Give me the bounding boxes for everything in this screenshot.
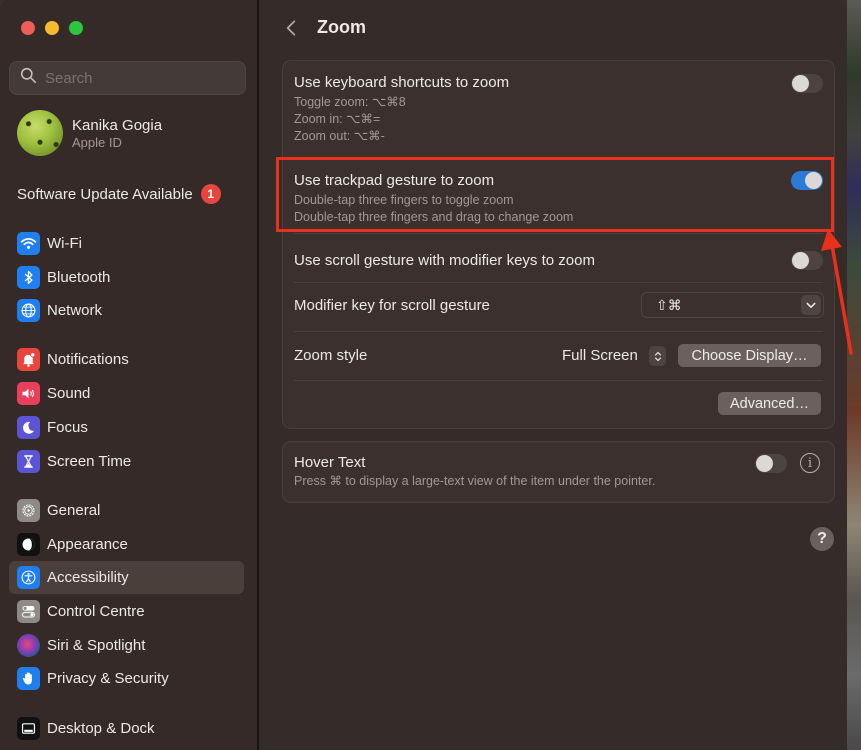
dock-icon xyxy=(17,717,40,740)
system-settings-window: Kanika Gogia Apple ID Software Update Av… xyxy=(0,0,847,750)
sidebar-item-desktop-dock[interactable]: Desktop & Dock xyxy=(9,712,244,745)
sidebar-item-label: Siri & Spotlight xyxy=(47,637,146,654)
up-down-chevron-icon xyxy=(654,351,661,361)
sidebar-item-label: Appearance xyxy=(47,536,128,553)
sidebar-item-notifications[interactable]: Notifications xyxy=(9,343,244,376)
trackpad-drag-hint: Double-tap three fingers and drag to cha… xyxy=(294,210,574,224)
keyboard-shortcuts-toggle[interactable] xyxy=(791,74,823,93)
search-input[interactable] xyxy=(45,69,235,87)
chevron-left-icon xyxy=(286,20,296,36)
chevron-down-icon xyxy=(801,295,821,315)
row-divider xyxy=(294,233,823,234)
scroll-gesture-row: Use scroll gesture with modifier keys to… xyxy=(294,252,823,269)
gear-icon xyxy=(17,499,40,522)
sidebar-item-wifi[interactable]: Wi-Fi xyxy=(9,227,244,260)
desktop-background xyxy=(847,0,861,750)
sidebar-item-screen-time[interactable]: Screen Time xyxy=(9,445,244,478)
scroll-gesture-title: Use scroll gesture with modifier keys to… xyxy=(294,252,595,269)
sidebar-item-focus[interactable]: Focus xyxy=(9,411,244,444)
sidebar-item-bluetooth[interactable]: Bluetooth xyxy=(9,261,244,294)
choose-display-button[interactable]: Choose Display… xyxy=(678,344,821,367)
wifi-icon xyxy=(17,232,40,255)
hand-icon xyxy=(17,667,40,690)
speaker-icon xyxy=(17,382,40,405)
zoom-style-value[interactable]: Full Screen xyxy=(562,347,638,364)
hover-text-toggle[interactable] xyxy=(755,454,787,473)
search-field[interactable] xyxy=(9,61,246,95)
scroll-gesture-toggle[interactable] xyxy=(791,251,823,270)
control-centre-icon xyxy=(17,600,40,623)
sidebar-item-label: Focus xyxy=(47,419,88,436)
sidebar-item-label: Control Centre xyxy=(47,603,145,620)
sidebar-item-privacy-security[interactable]: Privacy & Security xyxy=(9,662,244,695)
zoom-in-shortcut: Zoom in: ⌥⌘= xyxy=(294,112,381,126)
info-icon[interactable]: i xyxy=(800,453,820,473)
fullscreen-button[interactable] xyxy=(69,21,83,35)
globe-icon xyxy=(17,299,40,322)
sidebar-item-label: Bluetooth xyxy=(47,269,111,286)
search-icon xyxy=(20,67,37,89)
sidebar-item-label: General xyxy=(47,502,101,519)
modifier-key-value: ⇧⌘ xyxy=(656,296,682,313)
bluetooth-icon xyxy=(17,266,40,289)
hover-text-card: Hover Text Press ⌘ to display a large-te… xyxy=(282,441,835,503)
row-divider xyxy=(294,331,823,332)
sidebar-item-sound[interactable]: Sound xyxy=(9,377,244,410)
back-button[interactable] xyxy=(281,16,301,40)
keyboard-shortcuts-title: Use keyboard shortcuts to zoom xyxy=(294,74,510,91)
update-count-badge: 1 xyxy=(200,184,221,204)
profile-name: Kanika Gogia xyxy=(72,116,163,134)
trackpad-gesture-toggle[interactable] xyxy=(791,171,823,190)
sidebar-item-network[interactable]: Network xyxy=(9,294,244,327)
modifier-key-select[interactable]: ⇧⌘ xyxy=(641,292,824,318)
row-divider xyxy=(294,380,823,381)
appearance-icon xyxy=(17,533,40,556)
sidebar-item-label: Privacy & Security xyxy=(47,670,169,687)
avatar xyxy=(17,110,63,156)
traffic-lights xyxy=(21,21,83,35)
sidebar-item-label: Screen Time xyxy=(47,453,132,470)
sidebar-item-label: Accessibility xyxy=(47,569,129,586)
hover-text-row: Hover Text Press ⌘ to display a large-te… xyxy=(294,454,823,490)
sidebar-item-accessibility[interactable]: Accessibility xyxy=(9,561,244,594)
sidebar-item-general[interactable]: General xyxy=(9,494,244,527)
advanced-button[interactable]: Advanced… xyxy=(718,392,821,415)
zoom-out-shortcut: Zoom out: ⌥⌘- xyxy=(294,129,385,143)
sidebar-item-label: Notifications xyxy=(47,351,129,368)
sidebar-item-label: Wi-Fi xyxy=(47,235,82,252)
keyboard-shortcuts-row: Use keyboard shortcuts to zoom Toggle zo… xyxy=(294,74,823,145)
row-divider xyxy=(294,282,823,283)
sidebar-item-label: Sound xyxy=(47,385,91,402)
hover-text-title: Hover Text xyxy=(294,454,366,471)
software-update-item[interactable]: Software Update Available 1 xyxy=(17,184,221,204)
trackpad-toggle-hint: Double-tap three fingers to toggle zoom xyxy=(294,193,514,207)
minimize-button[interactable] xyxy=(45,21,59,35)
help-button[interactable]: ? xyxy=(810,527,834,551)
software-update-label: Software Update Available xyxy=(17,185,193,203)
row-divider xyxy=(294,157,823,158)
sidebar-item-appearance[interactable]: Appearance xyxy=(9,528,244,561)
zoom-options-card: Use keyboard shortcuts to zoom Toggle zo… xyxy=(282,60,835,429)
zoom-settings-pane: Zoom Use keyboard shortcuts to zoom Togg… xyxy=(259,0,847,750)
hover-text-description: Press ⌘ to display a large-text view of … xyxy=(294,474,656,488)
zoom-style-stepper[interactable] xyxy=(649,346,666,366)
sidebar-item-label: Network xyxy=(47,302,103,319)
bell-icon xyxy=(17,348,40,371)
trackpad-gesture-row: Use trackpad gesture to zoom Double-tap … xyxy=(294,172,823,226)
moon-icon xyxy=(17,416,40,439)
apple-id-profile[interactable]: Kanika Gogia Apple ID xyxy=(17,110,162,156)
hourglass-icon xyxy=(17,450,40,473)
close-button[interactable] xyxy=(21,21,35,35)
siri-icon xyxy=(17,634,40,657)
sidebar-item-control-centre[interactable]: Control Centre xyxy=(9,595,244,628)
toggle-zoom-shortcut: Toggle zoom: ⌥⌘8 xyxy=(294,95,406,109)
trackpad-gesture-title: Use trackpad gesture to zoom xyxy=(294,172,495,189)
sidebar-item-siri-spotlight[interactable]: Siri & Spotlight xyxy=(9,629,244,662)
page-title: Zoom xyxy=(317,17,366,37)
sidebar-item-label: Desktop & Dock xyxy=(47,720,155,737)
profile-subtitle: Apple ID xyxy=(72,134,122,150)
accessibility-icon xyxy=(17,566,40,589)
sidebar: Kanika Gogia Apple ID Software Update Av… xyxy=(0,0,257,750)
